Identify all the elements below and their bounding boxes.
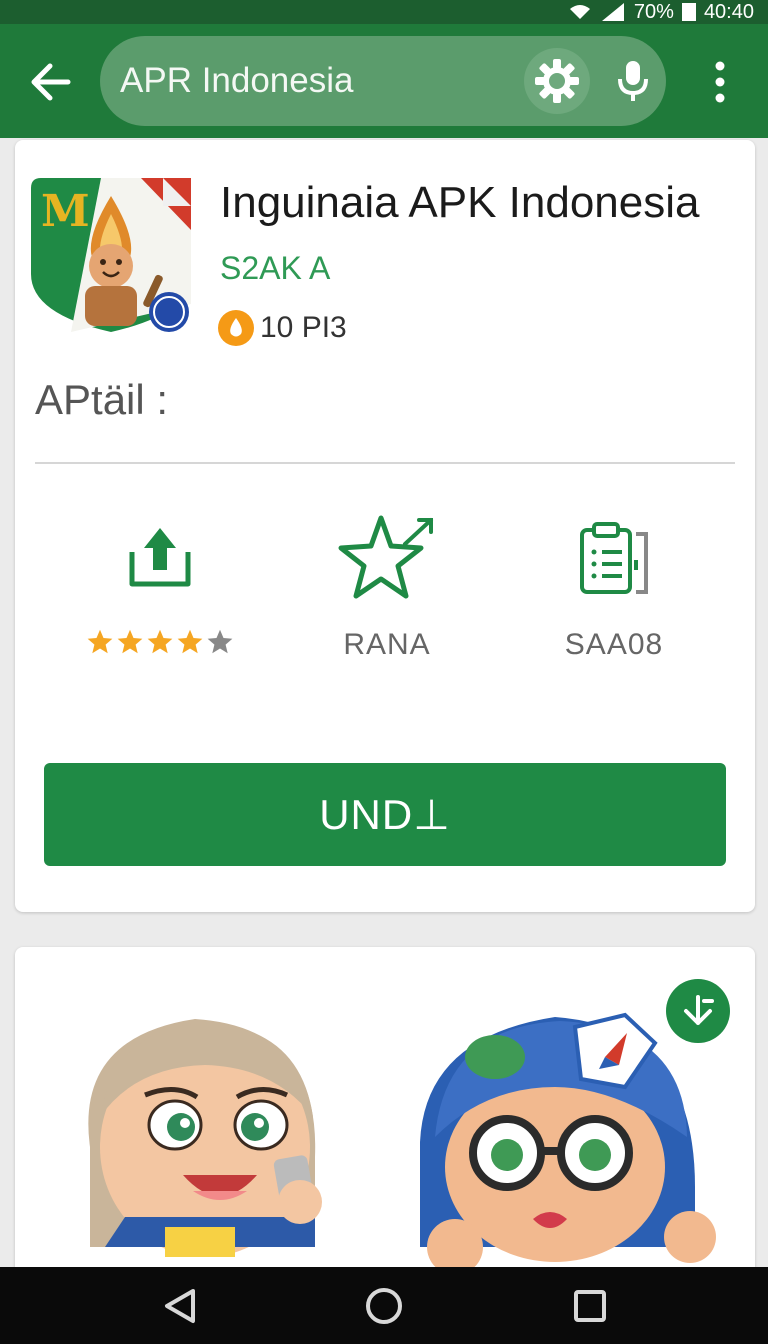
nav-home-button[interactable] xyxy=(354,1281,414,1331)
character-illustration xyxy=(88,1012,716,1275)
developer-name[interactable]: S2AK A xyxy=(220,250,330,287)
star-filled-icon xyxy=(177,629,203,654)
app-detail-card: M Inguinaia APK Indonesia S2AK A 10 PI3 … xyxy=(15,140,755,912)
coin-info: 10 PI3 xyxy=(218,310,347,346)
status-icons: 70% 40:40 xyxy=(568,0,754,24)
search-input[interactable]: APR Indonesia xyxy=(120,36,353,126)
gear-icon xyxy=(535,59,579,103)
star-rating xyxy=(50,628,270,656)
nav-recents-button[interactable] xyxy=(560,1281,620,1331)
nav-back-icon xyxy=(165,1289,195,1323)
app-icon-letter: M xyxy=(41,186,90,237)
voice-search-button[interactable] xyxy=(604,48,662,114)
stat-rank[interactable]: RANA xyxy=(277,510,497,670)
more-vert-icon xyxy=(715,61,725,103)
nav-recents-icon xyxy=(574,1290,606,1322)
stat-size-label: SAA08 xyxy=(564,628,664,661)
signal-icon xyxy=(601,3,624,21)
mic-icon xyxy=(618,61,648,101)
install-button[interactable]: UND⊥ xyxy=(44,763,726,866)
divider xyxy=(35,462,735,464)
app-icon[interactable]: M xyxy=(31,174,191,334)
clipboard-icon xyxy=(580,522,648,594)
screenshot-preview-card[interactable] xyxy=(15,947,755,1287)
back-arrow-icon xyxy=(31,63,71,101)
battery-percent: 70% xyxy=(633,0,674,23)
nav-back-button[interactable] xyxy=(150,1281,210,1331)
star-filled-icon xyxy=(147,629,173,654)
app-logo-image: M xyxy=(31,178,191,332)
coin-count: 10 PI3 xyxy=(260,311,347,344)
stat-rating[interactable] xyxy=(50,510,270,670)
star-icon xyxy=(338,515,433,599)
app-title: Inguinaia APK Indonesia xyxy=(220,178,700,227)
status-bar: 70% 40:40 xyxy=(0,0,768,24)
star-empty-icon xyxy=(207,629,233,654)
download-fab[interactable] xyxy=(666,979,730,1043)
system-nav-bar xyxy=(0,1267,768,1344)
stat-rank-label: RANA xyxy=(343,628,431,661)
clock: 40:40 xyxy=(703,0,754,23)
settings-button[interactable] xyxy=(524,48,590,114)
search-bar[interactable]: APR Indonesia xyxy=(100,36,666,126)
app-bar: APR Indonesia xyxy=(0,24,768,138)
wifi-icon xyxy=(569,5,590,19)
star-filled-icon xyxy=(117,629,143,654)
download-icon xyxy=(129,528,191,587)
overflow-menu-button[interactable] xyxy=(696,54,744,110)
download-arrow-icon xyxy=(684,995,714,1025)
star-filled-icon xyxy=(87,629,113,654)
nav-home-icon xyxy=(366,1288,402,1324)
battery-icon xyxy=(681,3,696,21)
back-button[interactable] xyxy=(22,54,78,110)
coin-icon xyxy=(218,310,254,346)
detail-heading: APtäil : xyxy=(35,376,169,423)
stat-size[interactable]: SAA08 xyxy=(504,510,724,670)
